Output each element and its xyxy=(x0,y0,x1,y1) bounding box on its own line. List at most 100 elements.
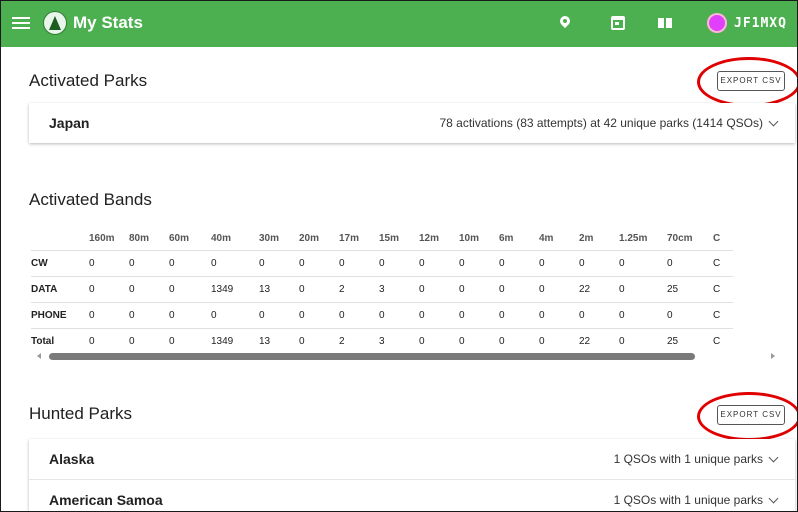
band-count-cell: 0 xyxy=(299,302,339,329)
band-column-header: 70cm xyxy=(667,232,693,244)
table-row: DATA 0 0 0 1349 13 0 2 3 0 0 0 0 22 0 25 C xyxy=(31,276,733,303)
scroll-right-icon[interactable] xyxy=(771,353,775,359)
band-count-cell: 0 xyxy=(259,250,299,277)
bands-table-container[interactable]: 160m 80m 60m 40m 30m 20m 17m 15m 12m 10m 6m 4m 2m 1.2… xyxy=(31,226,797,354)
table-row: CW 0 0 0 0 0 0 0 0 0 0 0 0 0 0 0 C xyxy=(31,250,733,277)
hunted-parks-list: Alaska 1 QSOs with 1 unique parks Americ… xyxy=(29,439,795,511)
horizontal-scrollbar[interactable] xyxy=(31,351,775,361)
band-count-cell: 0 xyxy=(579,302,619,329)
band-count-cell: 0 xyxy=(169,276,211,303)
band-count-cell: 0 xyxy=(499,276,539,303)
band-count-cell: 0 xyxy=(129,276,169,303)
band-count-cell: 25 xyxy=(667,276,713,303)
band-count-cell: 0 xyxy=(299,276,339,303)
park-country-name: Japan xyxy=(49,115,90,131)
list-item[interactable]: Alaska 1 QSOs with 1 unique parks xyxy=(29,439,795,480)
band-count-cell: 3 xyxy=(379,276,419,303)
mode-label: PHONE xyxy=(31,302,89,329)
band-column-header: 1.25m xyxy=(619,232,648,244)
band-column-header: 15m xyxy=(379,232,400,244)
mode-label: DATA xyxy=(31,276,89,303)
callsign-label[interactable]: JF1MXQ xyxy=(734,16,787,31)
activated-bands-title: Activated Bands xyxy=(29,190,152,209)
band-count-cell: 0 xyxy=(539,302,579,329)
band-count-cell: 22 xyxy=(579,276,619,303)
list-item[interactable]: Japan 78 activations (83 attempts) at 42… xyxy=(29,103,795,143)
band-column-header: 80m xyxy=(129,232,150,244)
band-column-header: 4m xyxy=(539,232,554,244)
band-count-cell: 0 xyxy=(169,250,211,277)
calendar-icon[interactable] xyxy=(611,16,625,30)
band-count-cell: C xyxy=(713,276,733,303)
park-region-name: American Samoa xyxy=(49,492,163,508)
band-count-cell: 0 xyxy=(499,250,539,277)
list-item[interactable]: American Samoa 1 QSOs with 1 unique park… xyxy=(29,480,795,511)
band-count-cell: 0 xyxy=(419,250,459,277)
band-count-cell: 0 xyxy=(129,250,169,277)
band-count-cell: 0 xyxy=(579,250,619,277)
avatar[interactable] xyxy=(707,13,727,33)
band-count-cell: 0 xyxy=(619,302,667,329)
band-count-cell: 0 xyxy=(89,302,129,329)
band-count-cell: 0 xyxy=(339,250,379,277)
band-count-cell: 0 xyxy=(89,250,129,277)
band-count-cell: 0 xyxy=(667,302,713,329)
chevron-down-icon[interactable] xyxy=(768,452,779,463)
band-column-header: 12m xyxy=(419,232,440,244)
band-count-cell: 13 xyxy=(259,276,299,303)
band-column-header: 40m xyxy=(211,232,232,244)
bands-table: 160m 80m 60m 40m 30m 20m 17m 15m 12m 10m 6m 4m 2m 1.2… xyxy=(31,226,733,354)
band-column-header: 60m xyxy=(169,232,190,244)
band-count-cell: 0 xyxy=(129,302,169,329)
band-column-header: 160m xyxy=(89,232,115,244)
mode-label: CW xyxy=(31,250,89,277)
chevron-down-icon[interactable] xyxy=(768,116,779,127)
band-column-header: C xyxy=(713,232,721,244)
table-corner xyxy=(31,226,89,251)
band-count-cell: 0 xyxy=(211,302,259,329)
band-count-cell: 0 xyxy=(539,250,579,277)
band-count-cell: 0 xyxy=(459,250,499,277)
band-count-cell: 0 xyxy=(419,276,459,303)
activated-parks-title: Activated Parks xyxy=(29,71,148,90)
app-bar: My Stats JF1MXQ xyxy=(1,1,797,47)
band-column-header: 6m xyxy=(499,232,514,244)
band-count-cell: C xyxy=(713,250,733,277)
band-count-cell: 0 xyxy=(667,250,713,277)
band-count-cell: 0 xyxy=(379,250,419,277)
park-summary: 1 QSOs with 1 unique parks xyxy=(613,493,763,507)
book-icon[interactable] xyxy=(658,16,672,30)
page-title: My Stats xyxy=(73,13,143,32)
band-count-cell: 1349 xyxy=(211,276,259,303)
band-count-cell: 0 xyxy=(169,302,211,329)
band-count-cell: 0 xyxy=(419,302,459,329)
band-count-cell: C xyxy=(713,302,733,329)
band-count-cell: 2 xyxy=(339,276,379,303)
band-count-cell: 0 xyxy=(379,302,419,329)
band-column-header: 10m xyxy=(459,232,480,244)
band-column-header: 30m xyxy=(259,232,280,244)
band-count-cell: 0 xyxy=(459,302,499,329)
park-region-name: Alaska xyxy=(49,451,95,467)
park-summary: 1 QSOs with 1 unique parks xyxy=(613,452,763,466)
menu-icon[interactable] xyxy=(11,14,31,34)
table-row: PHONE 0 0 0 0 0 0 0 0 0 0 0 0 0 0 0 C xyxy=(31,302,733,329)
app-window: My Stats JF1MXQ Activated Parks EXPORT C… xyxy=(0,0,798,512)
band-count-cell: 0 xyxy=(89,276,129,303)
park-summary: 78 activations (83 attempts) at 42 uniqu… xyxy=(439,116,763,130)
export-csv-activated-button[interactable]: EXPORT CSV xyxy=(717,71,785,91)
scroll-thumb[interactable] xyxy=(49,353,695,360)
hunted-parks-title: Hunted Parks xyxy=(29,404,132,423)
band-count-cell: 0 xyxy=(299,250,339,277)
band-count-cell: 0 xyxy=(339,302,379,329)
scroll-left-icon[interactable] xyxy=(37,353,41,359)
map-pin-icon[interactable] xyxy=(558,16,572,30)
band-column-header: 2m xyxy=(579,232,594,244)
band-count-cell: 0 xyxy=(499,302,539,329)
export-csv-hunted-button[interactable]: EXPORT CSV xyxy=(717,405,785,425)
band-count-cell: 0 xyxy=(259,302,299,329)
chevron-down-icon[interactable] xyxy=(768,493,779,504)
app-logo[interactable] xyxy=(43,11,67,35)
band-count-cell: 0 xyxy=(619,276,667,303)
activated-parks-list: Japan 78 activations (83 attempts) at 42… xyxy=(29,103,795,143)
